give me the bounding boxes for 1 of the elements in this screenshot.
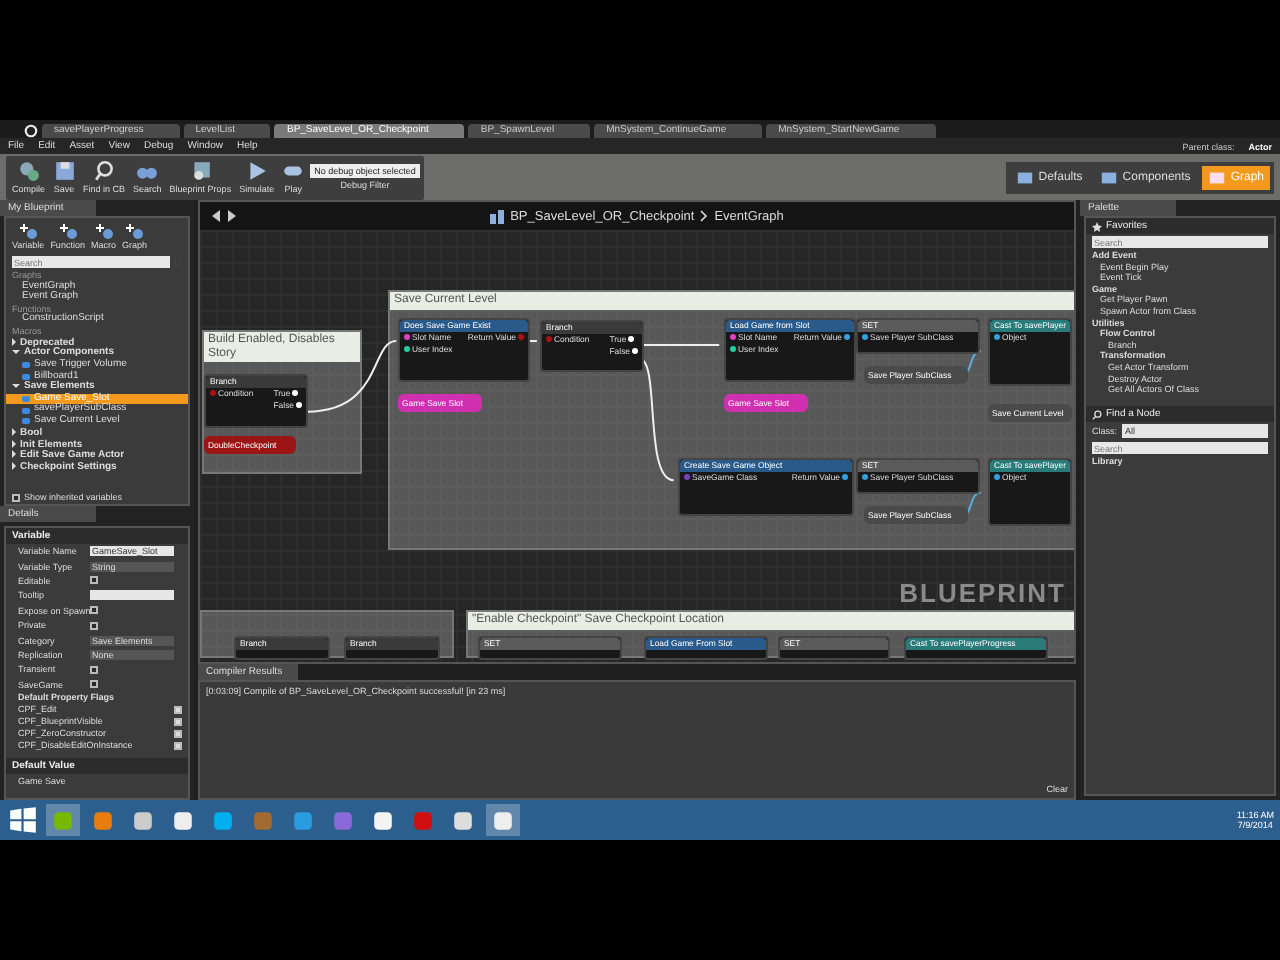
graph-watermark: BLUEPRINT xyxy=(899,578,1066,608)
